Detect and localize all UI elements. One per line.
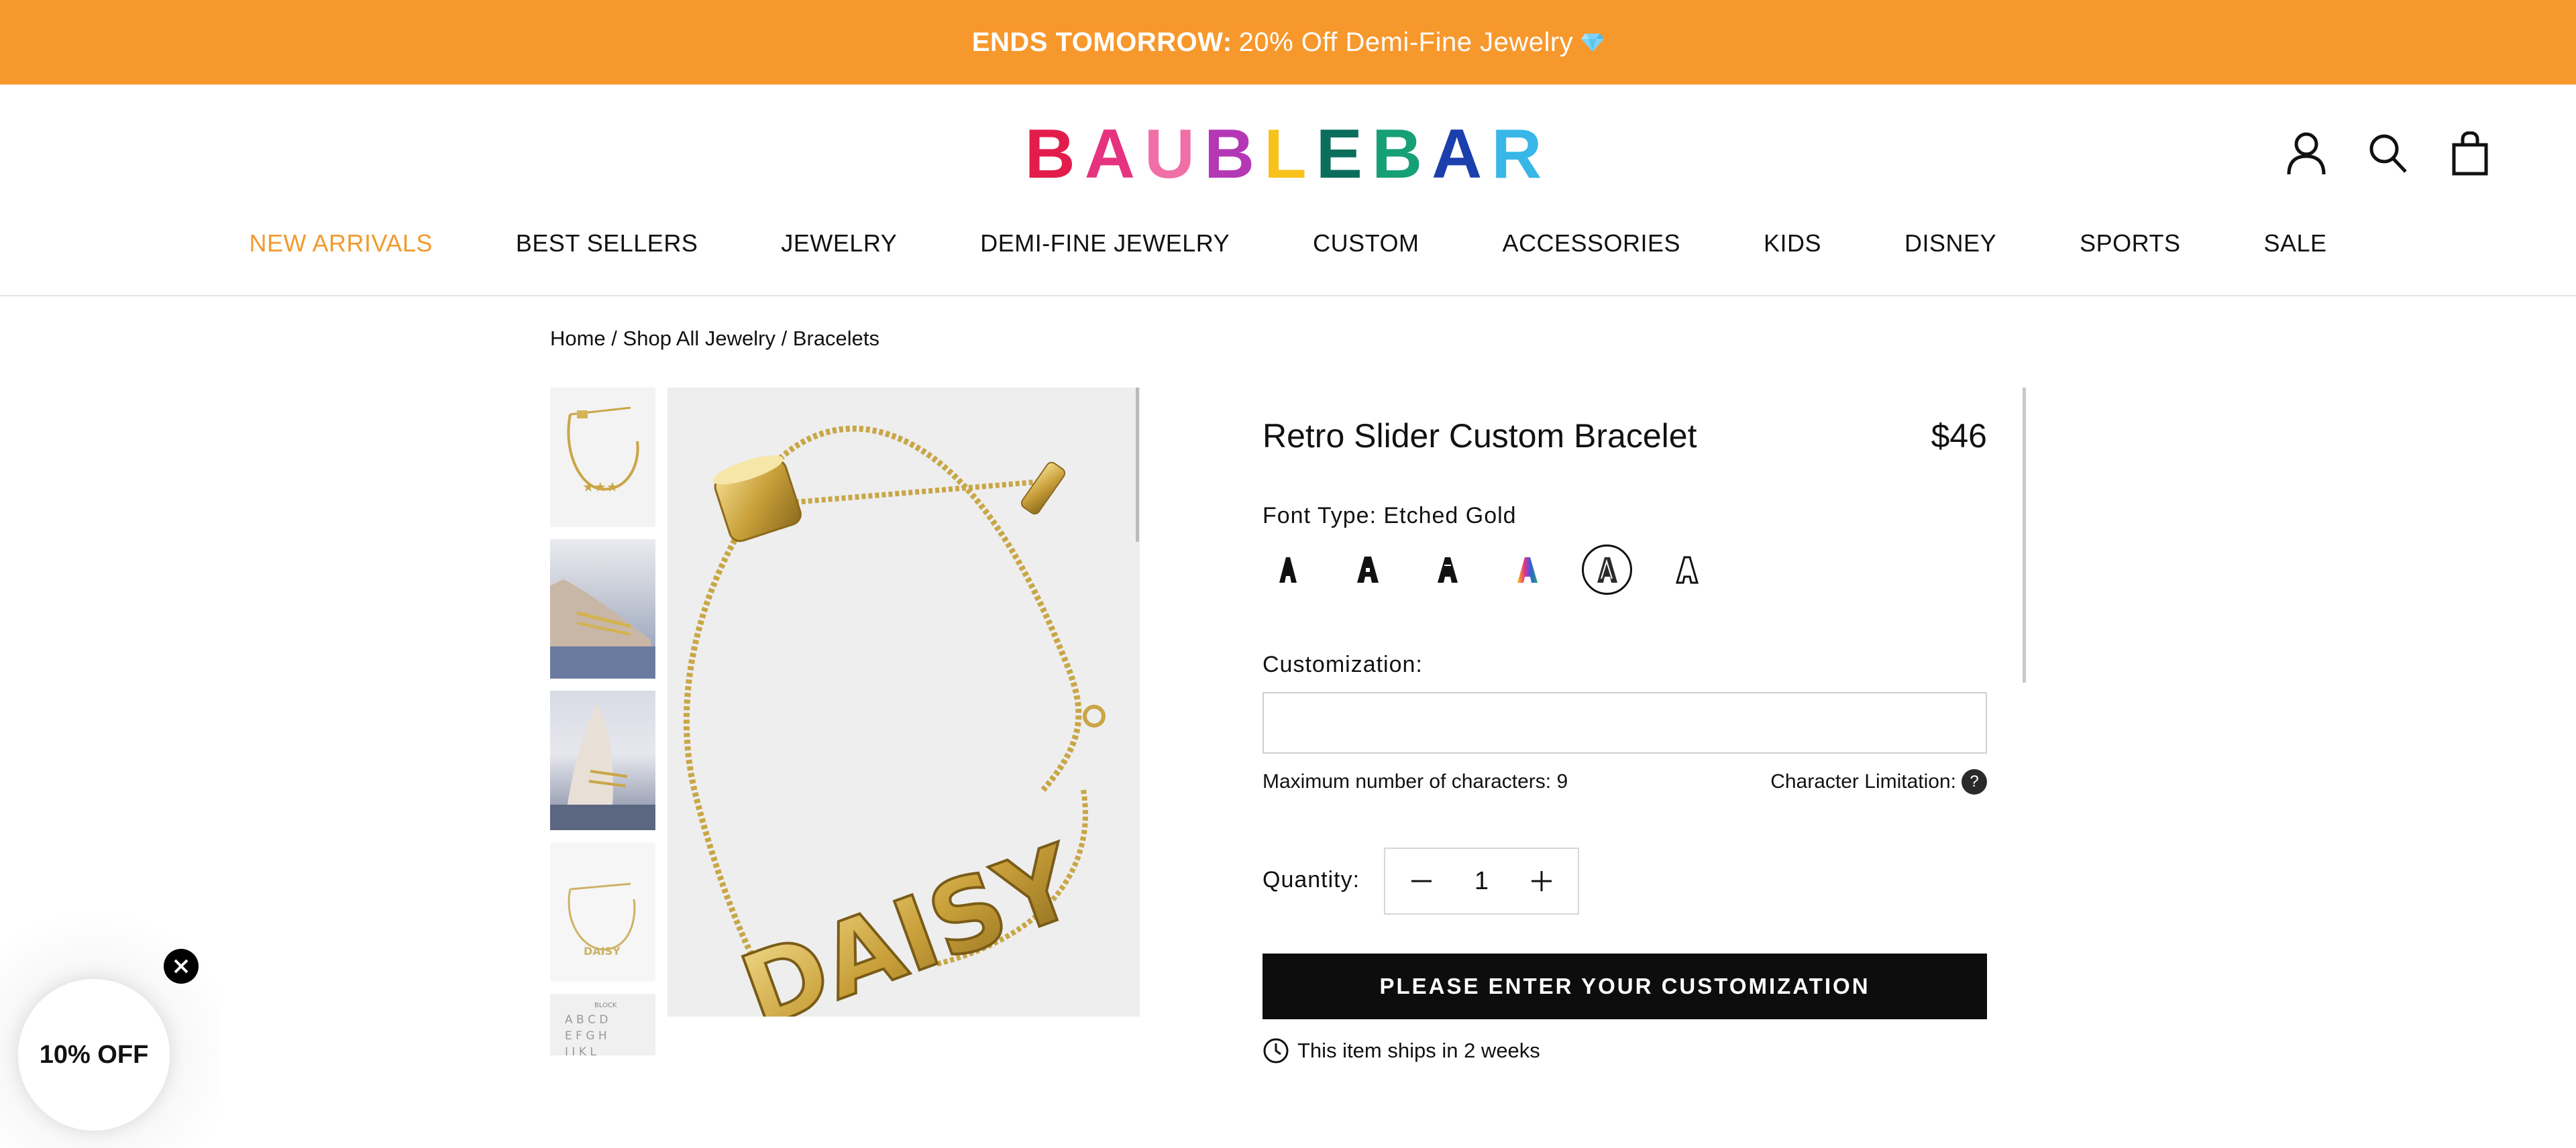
character-limitation: Character Limitation: ? (1770, 769, 1987, 795)
font-swatch-black-solid[interactable] (1263, 544, 1313, 595)
svg-text:E F G H: E F G H (565, 1029, 607, 1043)
search-icon[interactable] (2368, 130, 2408, 177)
logo-letter: B (1203, 115, 1265, 193)
main-nav: NEW ARRIVALS BEST SELLERS JEWELRY DEMI-FINE… (0, 229, 2576, 257)
quantity-stepper: 1 (1384, 848, 1579, 915)
product-title: Retro Slider Custom Bracelet (1263, 417, 1697, 455)
nav-item-new-arrivals[interactable]: NEW ARRIVALS (207, 229, 474, 257)
add-to-cart-button[interactable]: PLEASE ENTER YOUR CUSTOMIZATION (1263, 954, 1987, 1019)
max-characters-note: Maximum number of characters: 9 (1263, 770, 1568, 793)
font-type-selector (1263, 544, 1712, 595)
logo-letter: A (1084, 115, 1144, 193)
product-image-text: DAISY (727, 823, 1092, 1017)
font-swatch-etched-gold[interactable] (1582, 544, 1632, 595)
discount-popup-label: 10% OFF (39, 1040, 149, 1069)
font-swatch-black-bubble[interactable] (1342, 544, 1393, 595)
promo-bold-text: ENDS TOMORROW: (971, 27, 1232, 57)
nav-item-kids[interactable]: KIDS (1722, 229, 1863, 257)
character-limitation-label: Character Limitation: (1770, 770, 1956, 793)
svg-text:DAISY: DAISY (584, 945, 621, 958)
product-price: $46 (1931, 417, 1987, 455)
diamond-icon (1581, 34, 1605, 52)
font-swatch-outline[interactable] (1662, 544, 1712, 595)
promo-text: 20% Off Demi-Fine Jewelry (1238, 27, 1574, 57)
logo-letter: A (1432, 115, 1492, 193)
nav-item-jewelry[interactable]: JEWELRY (739, 229, 938, 257)
discount-popup[interactable]: 10% OFF (18, 979, 170, 1131)
logo-letter: U (1144, 115, 1204, 193)
promo-banner[interactable]: ENDS TOMORROW: 20% Off Demi-Fine Jewelry (0, 0, 2576, 84)
logo-letter: L (1264, 115, 1316, 193)
product-main-image[interactable]: DAISY (667, 388, 1140, 1017)
customization-input[interactable] (1263, 692, 1987, 754)
header-divider (0, 295, 2576, 296)
breadcrumb[interactable]: Home / Shop All Jewelry / Bracelets (550, 327, 879, 351)
brand-logo[interactable]: BAUBLEBAR (0, 119, 2576, 189)
font-swatch-rainbow[interactable] (1502, 544, 1552, 595)
svg-text:I J K L: I J K L (565, 1045, 596, 1055)
thumbnail-3[interactable] (550, 691, 655, 830)
thumbnail-1[interactable]: ★★★ (550, 388, 655, 527)
logo-letter: R (1491, 115, 1552, 193)
nav-item-accessories[interactable]: ACCESSORIES (1460, 229, 1722, 257)
image-scrollbar[interactable] (1136, 388, 1139, 542)
nav-item-custom[interactable]: CUSTOM (1271, 229, 1460, 257)
quantity-value[interactable]: 1 (1474, 867, 1489, 896)
svg-text:★★★: ★★★ (582, 479, 619, 495)
thumbnail-4[interactable]: DAISY (550, 842, 655, 982)
plus-icon[interactable] (1528, 868, 1555, 895)
thumbnail-5[interactable]: BLOCK A B C D E F G H I J K L (550, 994, 655, 1055)
shipping-note-text: This item ships in 2 weeks (1297, 1039, 1540, 1062)
header-actions (2286, 130, 2490, 177)
close-icon[interactable] (164, 949, 199, 984)
svg-text:A B C D: A B C D (565, 1013, 608, 1027)
quantity-label: Quantity: (1263, 867, 1360, 893)
clock-icon (1263, 1038, 1289, 1064)
logo-letter: B (1024, 115, 1085, 193)
shopping-bag-icon[interactable] (2450, 130, 2490, 177)
account-icon[interactable] (2286, 130, 2326, 177)
shipping-note: This item ships in 2 weeks (1263, 1037, 1540, 1064)
nav-item-sale[interactable]: SALE (2222, 229, 2368, 257)
nav-item-sports[interactable]: SPORTS (2038, 229, 2222, 257)
svg-text:BLOCK: BLOCK (594, 1002, 617, 1009)
logo-letter: B (1372, 115, 1432, 193)
customization-label: Customization: (1263, 652, 1423, 677)
minus-icon[interactable] (1408, 868, 1435, 895)
thumbnail-strip: ★★★ DAISY BLOCK A B C D E F G H I J K L (550, 388, 655, 1068)
help-icon[interactable]: ? (1962, 769, 1987, 795)
logo-letter: E (1316, 115, 1372, 193)
font-swatch-black-bold[interactable] (1422, 544, 1472, 595)
font-type-label: Font Type: Etched Gold (1263, 503, 1517, 528)
panel-scrollbar[interactable] (2023, 388, 2026, 683)
nav-item-disney[interactable]: DISNEY (1863, 229, 2038, 257)
thumbnail-2[interactable] (550, 539, 655, 679)
nav-item-demi-fine-jewelry[interactable]: DEMI-FINE JEWELRY (938, 229, 1271, 257)
nav-item-best-sellers[interactable]: BEST SELLERS (474, 229, 739, 257)
